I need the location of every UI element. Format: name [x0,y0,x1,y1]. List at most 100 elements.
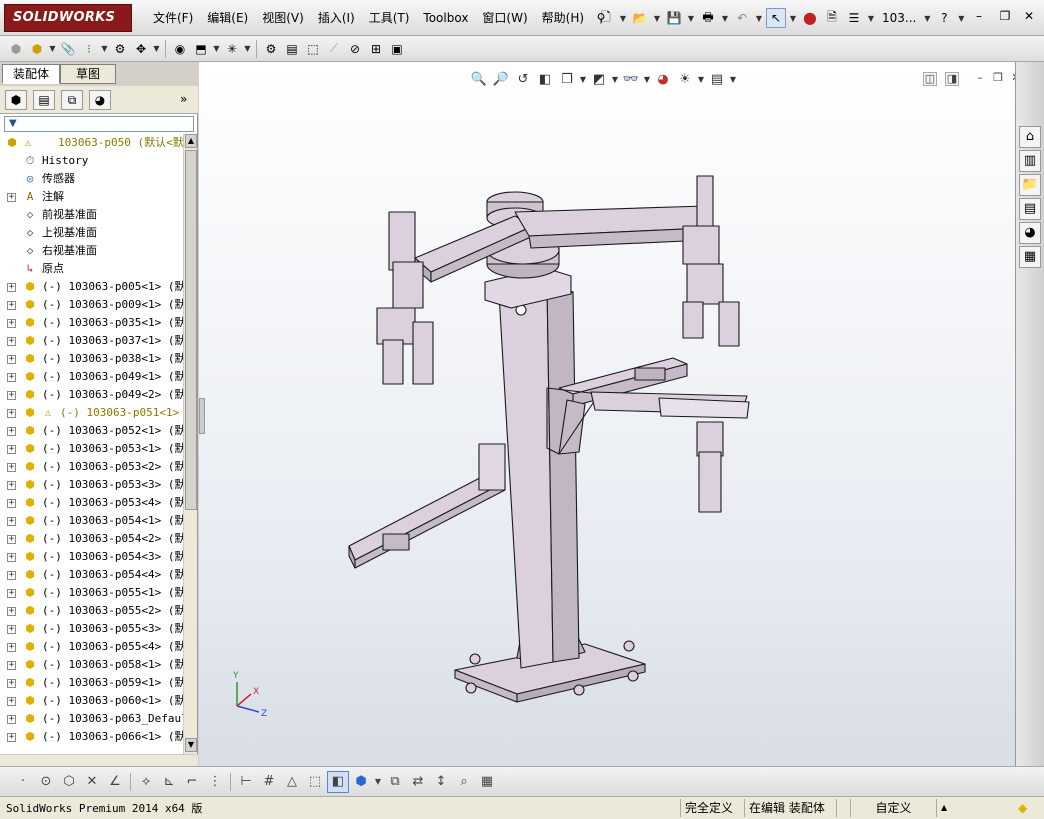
grid-icon[interactable]: # [258,771,280,793]
new-document-icon[interactable]: 🗋 [596,8,616,28]
table-icon[interactable]: ▦ [476,771,498,793]
close-icon[interactable]: ✕ [1020,8,1038,24]
expand-icon[interactable]: + [7,535,16,544]
expand-icon[interactable]: + [7,283,16,292]
tree-item[interactable]: + ⬢ (-) 103063-p060<1> (默认 [0,692,183,710]
options-dropdown-icon[interactable]: ▼ [866,8,876,28]
insert-dropdown-icon[interactable]: ▼ [48,39,57,59]
tangent-icon[interactable]: ⟡ [135,771,157,793]
expand-icon[interactable]: + [7,301,16,310]
angle-icon[interactable]: ∠ [104,771,126,793]
tree-scrollbar[interactable]: ▲ ▼ [183,134,197,754]
menu-window[interactable]: 窗口(W) [475,0,534,36]
perpendicular-icon[interactable]: ⊾ [158,771,180,793]
tree-item[interactable]: + ⬢ (-) 103063-p009<1> (默认 [0,296,183,314]
mate-icon[interactable]: 📎 [58,39,78,59]
tree-item[interactable]: ↳ 原点 [0,260,183,278]
tree-item[interactable]: + ⬢ (-) 103063-p055<2> (默认 [0,602,183,620]
interference-icon[interactable]: ⊘ [345,39,365,59]
tree-item[interactable]: ⏱ History [0,152,183,170]
menu-tools[interactable]: 工具(T) [362,0,417,36]
print-dropdown-icon[interactable]: ▼ [720,8,730,28]
tree-item[interactable]: + ⬢ (-) 103063-p038<1> (默认 [0,350,183,368]
menu-toolbox[interactable]: Toolbox [416,0,475,36]
tree-item[interactable]: + ⬢ ⚠ (-) 103063-p051<1> ( [0,404,183,422]
expand-icon[interactable]: + [7,571,16,580]
reference-geometry-icon[interactable]: ✳ [222,39,242,59]
tree-item[interactable]: + ⬢ (-) 103063-p054<2> (默认 [0,530,183,548]
expand-icon[interactable]: + [7,193,16,202]
tree-item[interactable]: + ⬢ (-) 103063-p049<2> (默认 [0,386,183,404]
tree-item[interactable]: + ⬢ (-) 103063-p052<1> (默认 [0,422,183,440]
tree-item[interactable]: ◎ 传感器 [0,170,183,188]
expand-icon[interactable]: + [7,643,16,652]
expand-icon[interactable]: + [7,373,16,382]
reference-dropdown-icon[interactable]: ▼ [243,39,252,59]
explode-line-icon[interactable]: ⟋ [324,39,344,59]
exploded-view-icon[interactable]: ⬚ [303,39,323,59]
tree-item[interactable]: + ⬢ (-) 103063-p059<1> (默认 [0,674,183,692]
tree-item[interactable]: + ⬢ (-) 103063-p005<1> (默认 [0,278,183,296]
tree-item[interactable]: + ⬢ (-) 103063-p058<1> (默认 [0,656,183,674]
triangle-icon[interactable]: △ [281,771,303,793]
linear-pattern-icon[interactable]: ⁝ [79,39,99,59]
clearance-icon[interactable]: ⊞ [366,39,386,59]
tree-item[interactable]: + ⬢ (-) 103063-p053<3> (默认 [0,476,183,494]
document-name[interactable]: 103... [878,11,920,25]
expand-icon[interactable]: + [7,409,16,418]
file-explorer-icon[interactable]: 📁 [1019,174,1041,196]
section-icon[interactable]: ⧉ [384,771,406,793]
tree-root[interactable]: ⬢ ⚠ 103063-p050 (默认<默认_ [0,134,183,152]
expand-icon[interactable]: + [7,319,16,328]
view-palette-icon[interactable]: ▤ [1019,198,1041,220]
tree-item[interactable]: + ⬢ (-) 103063-p055<3> (默认 [0,620,183,638]
tree-item[interactable]: + ⬢ (-) 103063-p053<1> (默认 [0,440,183,458]
menu-help[interactable]: 帮助(H) [535,0,591,36]
rebuild-icon[interactable]: ⬤ [800,8,820,28]
select-dropdown-icon[interactable]: ▼ [788,8,798,28]
features-dropdown-icon[interactable]: ▼ [212,39,221,59]
box-icon[interactable]: ⬚ [304,771,326,793]
point-icon[interactable]: · [12,771,34,793]
unit-system[interactable]: 自定义 [850,799,936,817]
dimension-icon[interactable]: ⊢ [235,771,257,793]
polygon-icon[interactable]: ⬡ [58,771,80,793]
select-cursor-icon[interactable]: ↖ [766,8,786,28]
expand-icon[interactable]: + [7,733,16,742]
undo-dropdown-icon[interactable]: ▼ [754,8,764,28]
expand-icon[interactable]: + [7,625,16,634]
midpoint-icon[interactable]: ⋮ [204,771,226,793]
expand-icon[interactable]: + [7,607,16,616]
expand-icon[interactable]: + [7,517,16,526]
unit-dropdown-icon[interactable]: ▲ [936,799,956,817]
tree-item[interactable]: + A 注解 [0,188,183,206]
minimize-icon[interactable]: – [970,8,988,24]
solidworks-resources-icon[interactable]: ⌂ [1019,126,1041,148]
graphics-area[interactable]: 🔍 🔎 ↺ ◧ ❒ ▼ ◩ ▼ 👓 ▼ ◕ ☀ ▼ ▤ ▼ ◫ ◨ – ❐ ✕ [199,62,1015,766]
expand-icon[interactable]: + [7,481,16,490]
shaded-cube-icon[interactable]: ◧ [327,770,349,793]
expand-icon[interactable]: + [7,697,16,706]
expand-icon[interactable]: + [7,427,16,436]
appearances-icon[interactable]: ◕ [1019,222,1041,244]
menu-insert[interactable]: 插入(I) [311,0,362,36]
menu-file[interactable]: 文件(F) [146,0,200,36]
new-part-icon[interactable]: ⬢ [27,39,47,59]
circle-icon[interactable]: ⊙ [35,771,57,793]
tree-item[interactable]: ◇ 右视基准面 [0,242,183,260]
tree-item[interactable]: + ⬢ (-) 103063-p055<4> (默认 [0,638,183,656]
help-dropdown-icon[interactable]: ▼ [956,8,966,28]
view-cube-icon[interactable]: ⬢ [350,771,372,793]
save-dropdown-icon[interactable]: ▼ [686,8,696,28]
expand-icon[interactable]: + [7,661,16,670]
solidworks-logo[interactable]: SOLIDWORKS [4,4,132,32]
expand-icon[interactable]: + [7,589,16,598]
tab-sketch[interactable]: 草图 [60,64,116,84]
options-icon[interactable]: ☰ [844,8,864,28]
tree-item[interactable]: ◇ 上视基准面 [0,224,183,242]
expand-icon[interactable]: + [7,679,16,688]
bill-of-materials-icon[interactable]: ▤ [282,39,302,59]
design-library-icon[interactable]: ▥ [1019,150,1041,172]
corner-icon[interactable]: ⌐ [181,771,203,793]
expand-icon[interactable]: + [7,337,16,346]
